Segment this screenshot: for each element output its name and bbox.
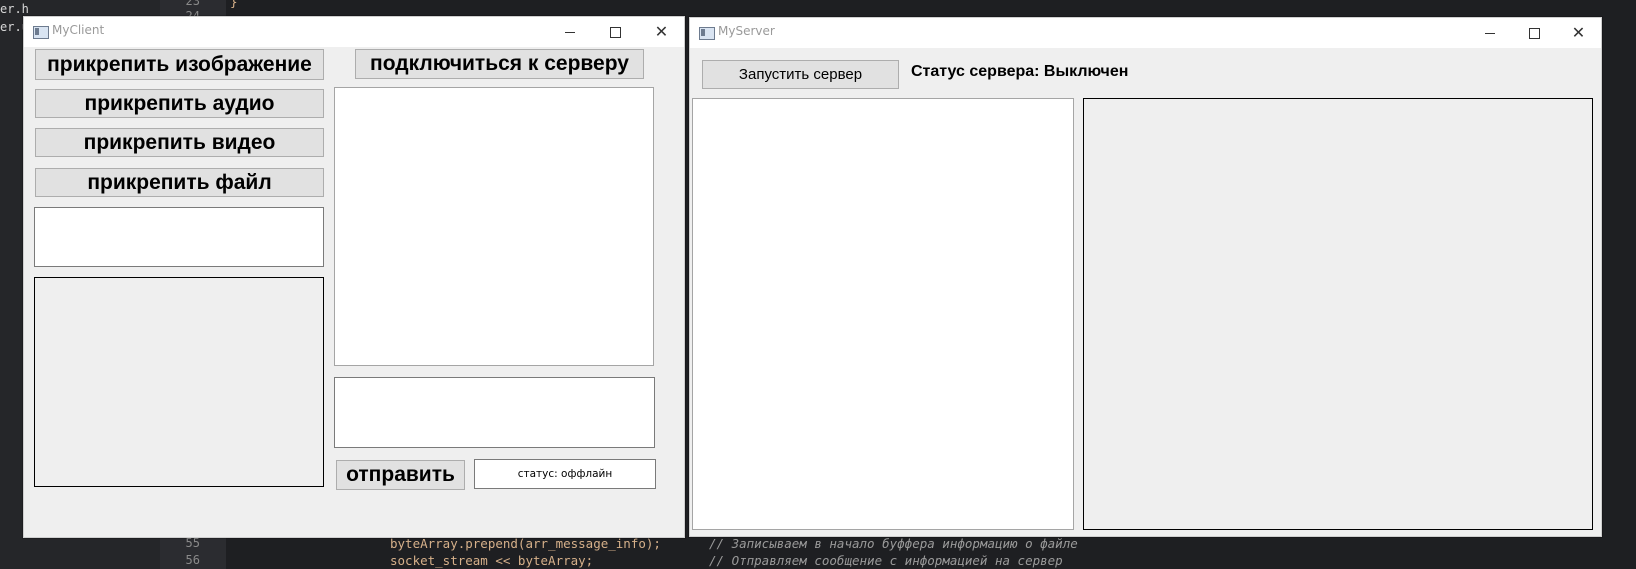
line-number: 23 [185,0,200,8]
code-comment: // Отправляем сообщение с информацией на… [709,553,1063,568]
attach-image-button[interactable]: прикрепить изображение [35,49,324,80]
code-brace: } [230,0,238,9]
maximize-icon [610,26,621,38]
server-log[interactable] [692,98,1074,530]
send-button[interactable]: отправить [336,460,465,490]
attach-video-button[interactable]: прикрепить видео [35,128,324,157]
client-window: MyClient ✕ прикрепить изображение прикре… [23,16,685,538]
server-status: Статус сервера: Выключен [911,63,1129,80]
minimize-button[interactable] [1467,18,1512,48]
code-line: socket_stream << byteArray; [390,553,594,568]
maximize-icon [1529,27,1540,39]
close-icon: ✕ [654,22,669,41]
client-title: MyClient [52,23,105,37]
minimize-icon [564,31,575,33]
client-titlebar[interactable]: MyClient ✕ [24,17,684,47]
tree-item-header[interactable]: er.h [0,2,29,16]
start-server-button[interactable]: Запустить сервер [702,60,899,89]
line-number: 55 [185,536,200,550]
chat-history[interactable] [334,87,654,366]
close-button[interactable]: ✕ [639,17,684,47]
close-button[interactable]: ✕ [1556,18,1601,48]
server-preview [1083,98,1593,530]
app-window-icon [699,27,715,40]
attach-file-button[interactable]: прикрепить файл [35,168,324,197]
server-title: MyServer [718,24,775,38]
maximize-button[interactable] [593,17,638,47]
server-titlebar[interactable]: MyServer ✕ [690,18,1601,48]
minimize-icon [1484,32,1495,34]
server-window: MyServer ✕ Запустить сервер Статус серве… [689,17,1602,537]
message-input[interactable] [334,377,655,448]
attachment-preview [34,277,324,487]
line-number: 56 [185,553,200,567]
close-icon: ✕ [1571,23,1586,42]
attach-audio-button[interactable]: прикрепить аудио [35,89,324,118]
app-window-icon [33,26,49,39]
code-line: byteArray.prepend(arr_message_info); [390,536,661,551]
maximize-button[interactable] [1512,18,1557,48]
connect-button[interactable]: подключиться к серверу [355,49,644,79]
code-comment: // Записываем в начало буффера информаци… [709,536,1078,551]
minimize-button[interactable] [547,17,592,47]
connection-status: статус: оффлайн [474,459,656,489]
attachment-field[interactable] [34,207,324,267]
